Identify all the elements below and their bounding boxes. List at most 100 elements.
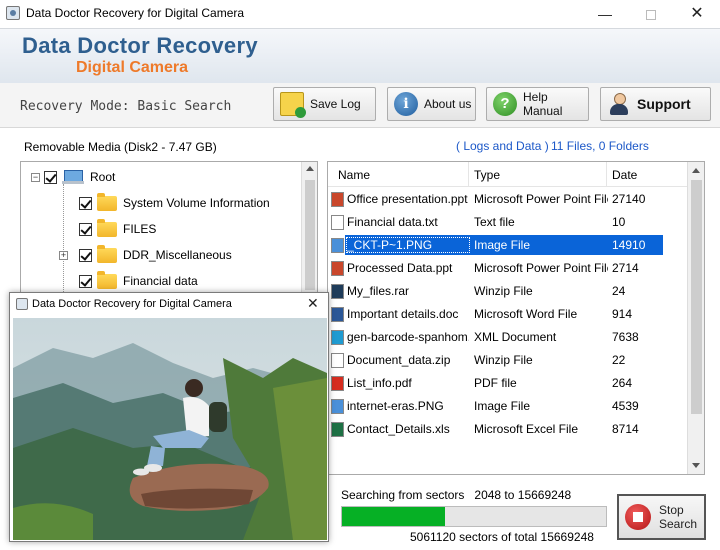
collapse-icon[interactable]: −: [31, 172, 40, 182]
tree-item-checkbox[interactable]: [79, 222, 92, 236]
brand-subtitle: Digital Camera: [76, 59, 189, 76]
file-excel-icon: [331, 422, 344, 437]
file-name: Important details.doc: [347, 307, 459, 321]
file-type: Text file: [474, 215, 515, 229]
folder-icon: [97, 270, 117, 289]
file-name: Office presentation.ppt: [347, 192, 468, 206]
progress-fill: [342, 507, 445, 526]
column-name[interactable]: Name: [338, 168, 370, 182]
title-bar: Data Doctor Recovery for Digital Camera …: [0, 0, 720, 28]
tree-item-checkbox[interactable]: [79, 196, 92, 210]
file-date: 264: [612, 376, 633, 390]
file-date: 10: [612, 215, 626, 229]
file-type: Image File: [474, 238, 531, 252]
file-date: 4539: [612, 399, 639, 413]
file-date: 914: [612, 307, 633, 321]
file-row[interactable]: Financial data.txt Text file 10: [328, 211, 688, 234]
tree-item-checkbox[interactable]: [79, 274, 92, 288]
support-button[interactable]: Support: [600, 87, 711, 121]
tree-item-financial-data[interactable]: Financial data: [79, 270, 198, 292]
file-image-icon: [331, 399, 344, 414]
scroll-up-icon[interactable]: [306, 166, 314, 171]
scroll-down-icon[interactable]: [692, 463, 700, 468]
about-us-label: About us: [424, 97, 472, 111]
maximize-button[interactable]: [628, 2, 674, 26]
files-count-label: 11 Files, 0 Folders: [551, 139, 649, 153]
folder-tree[interactable]: − Root System Volume Information FILES +…: [20, 161, 318, 296]
window-title: Data Doctor Recovery for Digital Camera: [26, 6, 245, 20]
app-icon: [6, 6, 20, 20]
column-date[interactable]: Date: [612, 168, 637, 182]
info-icon: i: [394, 92, 418, 116]
tree-item-system-volume-information[interactable]: System Volume Information: [79, 192, 270, 214]
file-date: 2714: [612, 261, 639, 275]
logs-and-data-link[interactable]: ( Logs and Data ): [456, 139, 549, 153]
stop-icon: [625, 504, 651, 530]
file-type: Microsoft Power Point File: [474, 192, 608, 206]
image-preview-window[interactable]: Data Doctor Recovery for Digital Camera …: [9, 292, 329, 542]
file-type: Winzip File: [474, 284, 533, 298]
progress-sector-range: 2048 to 15669248: [474, 488, 572, 502]
scroll-thumb[interactable]: [305, 180, 315, 290]
save-log-button[interactable]: Save Log: [273, 87, 376, 121]
scroll-up-icon[interactable]: [692, 168, 700, 173]
preview-photo: [13, 318, 327, 540]
preview-photo-image: [13, 318, 327, 540]
file-name: Processed Data.ppt: [347, 261, 453, 275]
sectors-scanned-label: 5061120 sectors of total 15669248: [410, 530, 594, 544]
tree-root[interactable]: − Root: [31, 166, 115, 188]
file-name: List_info.pdf: [347, 376, 412, 390]
tree-scrollbar[interactable]: [301, 162, 317, 295]
column-type[interactable]: Type: [474, 168, 500, 182]
file-list[interactable]: Name Type Date Office presentation.ppt Mi…: [327, 161, 705, 475]
file-type: PDF file: [474, 376, 517, 390]
progress-label-prefix: Searching from sectors: [341, 488, 465, 502]
searching-sectors-label: Searching from sectors 2048 to 15669248: [341, 488, 571, 502]
file-row[interactable]: Contact_Details.xls Microsoft Excel File 8…: [328, 418, 688, 441]
file-list-header: Name Type Date: [328, 162, 688, 187]
file-row[interactable]: My_files.rar Winzip File 24: [328, 280, 688, 303]
search-progress-bar: [341, 506, 607, 527]
minimize-button[interactable]: —: [582, 2, 628, 26]
file-edge-icon: [331, 330, 344, 345]
brand-title: Data Doctor Recovery: [22, 33, 258, 58]
file-list-scrollbar[interactable]: [687, 162, 704, 474]
expand-icon[interactable]: +: [59, 250, 68, 260]
file-row[interactable]: List_info.pdf PDF file 264: [328, 372, 688, 395]
file-row[interactable]: gen-barcode-spanhom... XML Document 7638: [328, 326, 688, 349]
maximize-icon: [646, 10, 656, 21]
file-row[interactable]: internet-eras.PNG Image File 4539: [328, 395, 688, 418]
tree-item-files[interactable]: FILES: [79, 218, 156, 240]
tree-root-label: Root: [90, 170, 116, 184]
removable-media-label: Removable Media (Disk2 - 7.47 GB): [24, 140, 217, 154]
root-checkbox[interactable]: [44, 170, 57, 184]
tree-item-label: DDR_Miscellaneous: [123, 248, 232, 262]
folder-icon: [97, 192, 117, 211]
file-date: 22: [612, 353, 626, 367]
tree-item-checkbox[interactable]: [79, 248, 92, 262]
close-button[interactable]: ✕: [674, 2, 720, 26]
file-row[interactable]: Office presentation.ppt Microsoft Power P…: [328, 188, 688, 211]
folder-icon: [97, 218, 117, 237]
file-type: Winzip File: [474, 353, 533, 367]
file-row[interactable]: _CKT-P~1.PNG Image File 14910: [328, 234, 688, 257]
about-us-button[interactable]: i About us: [387, 87, 476, 121]
file-ppt-icon: [331, 192, 344, 207]
tree-item-label: Financial data: [123, 274, 198, 288]
support-person-icon: [607, 92, 631, 116]
file-type: Image File: [474, 399, 531, 413]
tree-item-ddr-miscellaneous[interactable]: + DDR_Miscellaneous: [59, 244, 232, 266]
drive-icon: [62, 169, 84, 185]
file-date: 7638: [612, 330, 639, 344]
file-row[interactable]: Important details.doc Microsoft Word File…: [328, 303, 688, 326]
help-manual-button[interactable]: ? Help Manual: [486, 87, 589, 121]
file-row[interactable]: Document_data.zip Winzip File 22: [328, 349, 688, 372]
preview-close-button[interactable]: ✕: [307, 295, 319, 312]
scroll-thumb[interactable]: [691, 180, 702, 414]
file-zip-icon: [331, 353, 344, 368]
support-label: Support: [637, 96, 691, 112]
file-ps-icon: [331, 284, 344, 299]
file-date: 14910: [612, 238, 646, 252]
stop-search-button[interactable]: Stop Search: [617, 494, 706, 540]
file-row[interactable]: Processed Data.ppt Microsoft Power Point …: [328, 257, 688, 280]
